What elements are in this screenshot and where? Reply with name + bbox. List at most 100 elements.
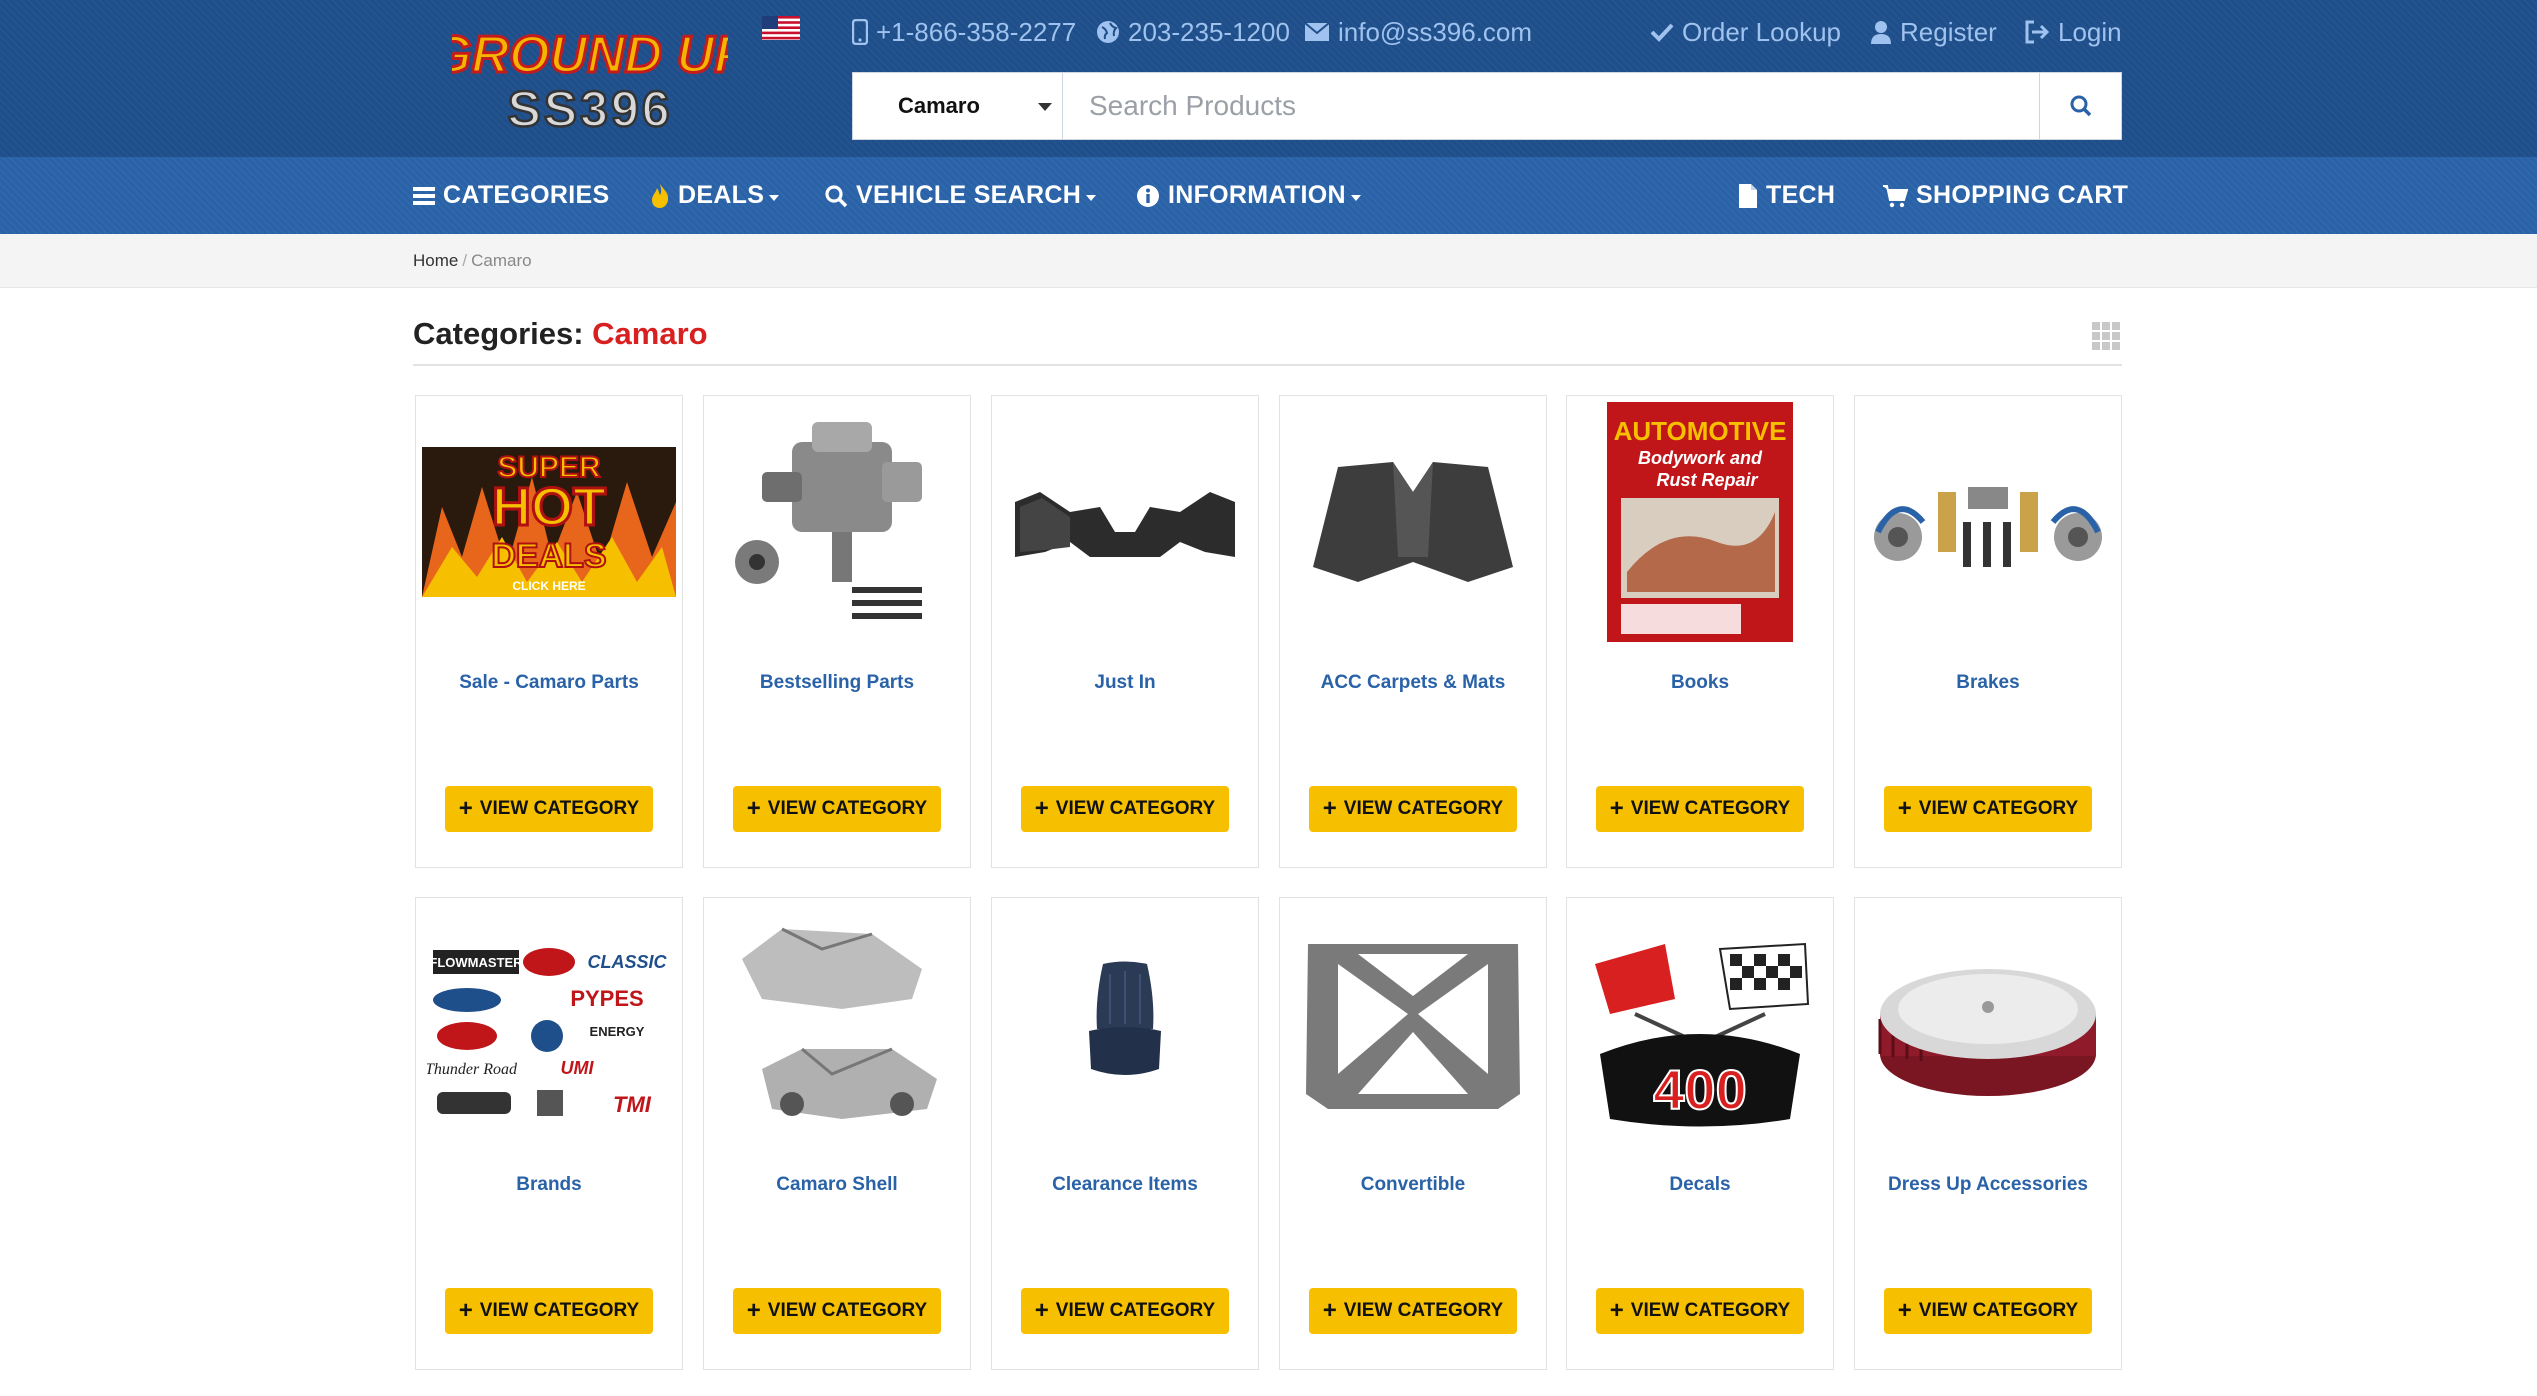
category-card-books[interactable]: AUTOMOTIVE Bodywork and Rust Repair Book… — [1566, 395, 1834, 868]
category-card-brands[interactable]: FLOWMASTER CLASSIC PYPES ENERGY Thunder … — [415, 897, 683, 1370]
breadcrumb-home[interactable]: Home — [413, 251, 458, 270]
view-category-button[interactable]: + VIEW CATEGORY — [445, 1288, 653, 1334]
nav-shopping-cart[interactable]: SHOPPING CART — [1882, 157, 2128, 234]
phone-local[interactable]: 203-235-1200 — [1096, 14, 1290, 50]
us-flag-icon[interactable] — [762, 16, 800, 40]
globe-icon — [1096, 20, 1120, 44]
category-image-bestselling[interactable] — [710, 402, 964, 642]
nav-vehicle-search-label: VEHICLE SEARCH — [856, 181, 1082, 209]
category-name[interactable]: Camaro Shell — [704, 1174, 970, 1196]
category-image-sale[interactable]: SUPER HOT DEALS CLICK HERE — [422, 402, 676, 642]
order-lookup-link[interactable]: Order Lookup — [1650, 14, 1841, 50]
svg-text:PYPES: PYPES — [570, 986, 643, 1011]
category-image-convertible[interactable] — [1286, 904, 1540, 1144]
category-card-camaro-shell[interactable]: Camaro Shell + VIEW CATEGORY — [703, 897, 971, 1370]
order-lookup-text: Order Lookup — [1682, 16, 1841, 47]
view-category-button[interactable]: + VIEW CATEGORY — [1309, 786, 1517, 832]
ground-up-ss396-logo[interactable]: GROUND UP SS396 — [452, 14, 728, 137]
category-card-sale[interactable]: SUPER HOT DEALS CLICK HERE Sale - Camaro… — [415, 395, 683, 868]
user-icon — [1870, 20, 1892, 44]
svg-text:CLASSIC: CLASSIC — [587, 952, 667, 972]
view-category-button[interactable]: + VIEW CATEGORY — [1884, 786, 2092, 832]
view-category-button[interactable]: + VIEW CATEGORY — [733, 1288, 941, 1334]
heading-divider — [413, 364, 2122, 366]
envelope-icon — [1304, 22, 1330, 42]
category-image-camaro-shell[interactable] — [710, 904, 964, 1144]
category-image-dress-up[interactable] — [1861, 904, 2115, 1144]
phone-tollfree[interactable]: +1-866-358-2277 — [852, 14, 1076, 50]
view-category-button[interactable]: + VIEW CATEGORY — [1596, 1288, 1804, 1334]
svg-text:Bodywork and: Bodywork and — [1638, 448, 1763, 468]
category-card-carpets[interactable]: ACC Carpets & Mats + VIEW CATEGORY — [1279, 395, 1547, 868]
breadcrumb-bar: Home / Camaro — [0, 234, 2537, 288]
view-category-button[interactable]: + VIEW CATEGORY — [1596, 786, 1804, 832]
category-name[interactable]: Brands — [416, 1174, 682, 1196]
vehicle-select[interactable]: Camaro — [853, 73, 1063, 139]
hamburger-icon — [413, 186, 435, 206]
category-card-bestselling[interactable]: Bestselling Parts + VIEW CATEGORY — [703, 395, 971, 868]
category-image-books[interactable]: AUTOMOTIVE Bodywork and Rust Repair — [1573, 402, 1827, 642]
category-name[interactable]: Decals — [1567, 1174, 1833, 1196]
category-name[interactable]: Bestselling Parts — [704, 672, 970, 694]
view-category-button[interactable]: + VIEW CATEGORY — [1021, 786, 1229, 832]
category-card-convertible[interactable]: Convertible + VIEW CATEGORY — [1279, 897, 1547, 1370]
category-card-just-in[interactable]: Just In + VIEW CATEGORY — [991, 395, 1259, 868]
shopping-cart-icon — [1882, 184, 1908, 208]
nav-categories-label: CATEGORIES — [443, 181, 610, 209]
category-name[interactable]: Books — [1567, 672, 1833, 694]
nav-deals[interactable]: DEALS — [650, 157, 780, 234]
search-input[interactable] — [1063, 73, 2039, 139]
search-icon — [824, 184, 848, 208]
login-text: Login — [2058, 16, 2122, 47]
plus-icon: + — [1034, 1297, 1049, 1324]
category-image-brakes[interactable] — [1861, 402, 2115, 642]
view-category-button[interactable]: + VIEW CATEGORY — [1021, 1288, 1229, 1334]
category-card-decals[interactable]: 400 Decals + VIEW CATEGORY — [1566, 897, 1834, 1370]
site-header: GROUND UP SS396 +1-866-358-2277 203-235-… — [0, 0, 2537, 157]
category-image-brands[interactable]: FLOWMASTER CLASSIC PYPES ENERGY Thunder … — [422, 904, 676, 1144]
svg-text:CLICK HERE: CLICK HERE — [512, 579, 585, 593]
category-card-brakes[interactable]: Brakes + VIEW CATEGORY — [1854, 395, 2122, 868]
plus-icon: + — [1897, 795, 1912, 822]
email-link[interactable]: info@ss396.com — [1304, 14, 1532, 50]
breadcrumb: Home / Camaro — [413, 251, 532, 271]
category-card-clearance[interactable]: Clearance Items + VIEW CATEGORY — [991, 897, 1259, 1370]
search-button[interactable] — [2039, 73, 2121, 139]
svg-text:HOT: HOT — [492, 477, 606, 537]
nav-vehicle-search[interactable]: VEHICLE SEARCH — [824, 157, 1097, 234]
svg-text:TMI: TMI — [613, 1092, 652, 1117]
plus-icon: + — [746, 795, 761, 822]
category-card-dress-up[interactable]: Dress Up Accessories + VIEW CATEGORY — [1854, 897, 2122, 1370]
register-link[interactable]: Register — [1870, 14, 1997, 50]
category-name[interactable]: Sale - Camaro Parts — [416, 672, 682, 694]
page-title-value: Camaro — [592, 316, 708, 351]
view-category-button[interactable]: + VIEW CATEGORY — [1884, 1288, 2092, 1334]
nav-categories[interactable]: CATEGORIES — [413, 157, 609, 234]
category-name[interactable]: ACC Carpets & Mats — [1280, 672, 1546, 694]
category-name[interactable]: Brakes — [1855, 672, 2121, 694]
register-text: Register — [1900, 16, 1997, 47]
view-category-button[interactable]: + VIEW CATEGORY — [1309, 1288, 1517, 1334]
category-name[interactable]: Just In — [992, 672, 1258, 694]
category-image-just-in[interactable] — [998, 402, 1252, 642]
grid-view-icon[interactable] — [2092, 322, 2120, 350]
category-name[interactable]: Clearance Items — [992, 1174, 1258, 1196]
category-image-carpets[interactable] — [1286, 402, 1540, 642]
nav-tech[interactable]: TECH — [1738, 157, 1835, 234]
plus-icon: + — [1322, 1297, 1337, 1324]
category-name[interactable]: Dress Up Accessories — [1855, 1174, 2121, 1196]
category-name[interactable]: Convertible — [1280, 1174, 1546, 1196]
breadcrumb-current: Camaro — [471, 251, 532, 270]
category-image-clearance[interactable] — [998, 904, 1252, 1144]
svg-text:DEALS: DEALS — [491, 537, 606, 575]
plus-icon: + — [1609, 795, 1624, 822]
vehicle-select-value: Camaro — [898, 93, 980, 118]
mobile-phone-icon — [852, 19, 868, 45]
view-category-button[interactable]: + VIEW CATEGORY — [733, 786, 941, 832]
login-link[interactable]: Login — [2024, 14, 2122, 50]
view-category-button[interactable]: + VIEW CATEGORY — [445, 786, 653, 832]
nav-information[interactable]: INFORMATION — [1136, 157, 1361, 234]
svg-text:ENERGY: ENERGY — [590, 1024, 645, 1039]
category-image-decals[interactable]: 400 — [1573, 904, 1827, 1144]
sign-in-icon — [2024, 20, 2050, 44]
